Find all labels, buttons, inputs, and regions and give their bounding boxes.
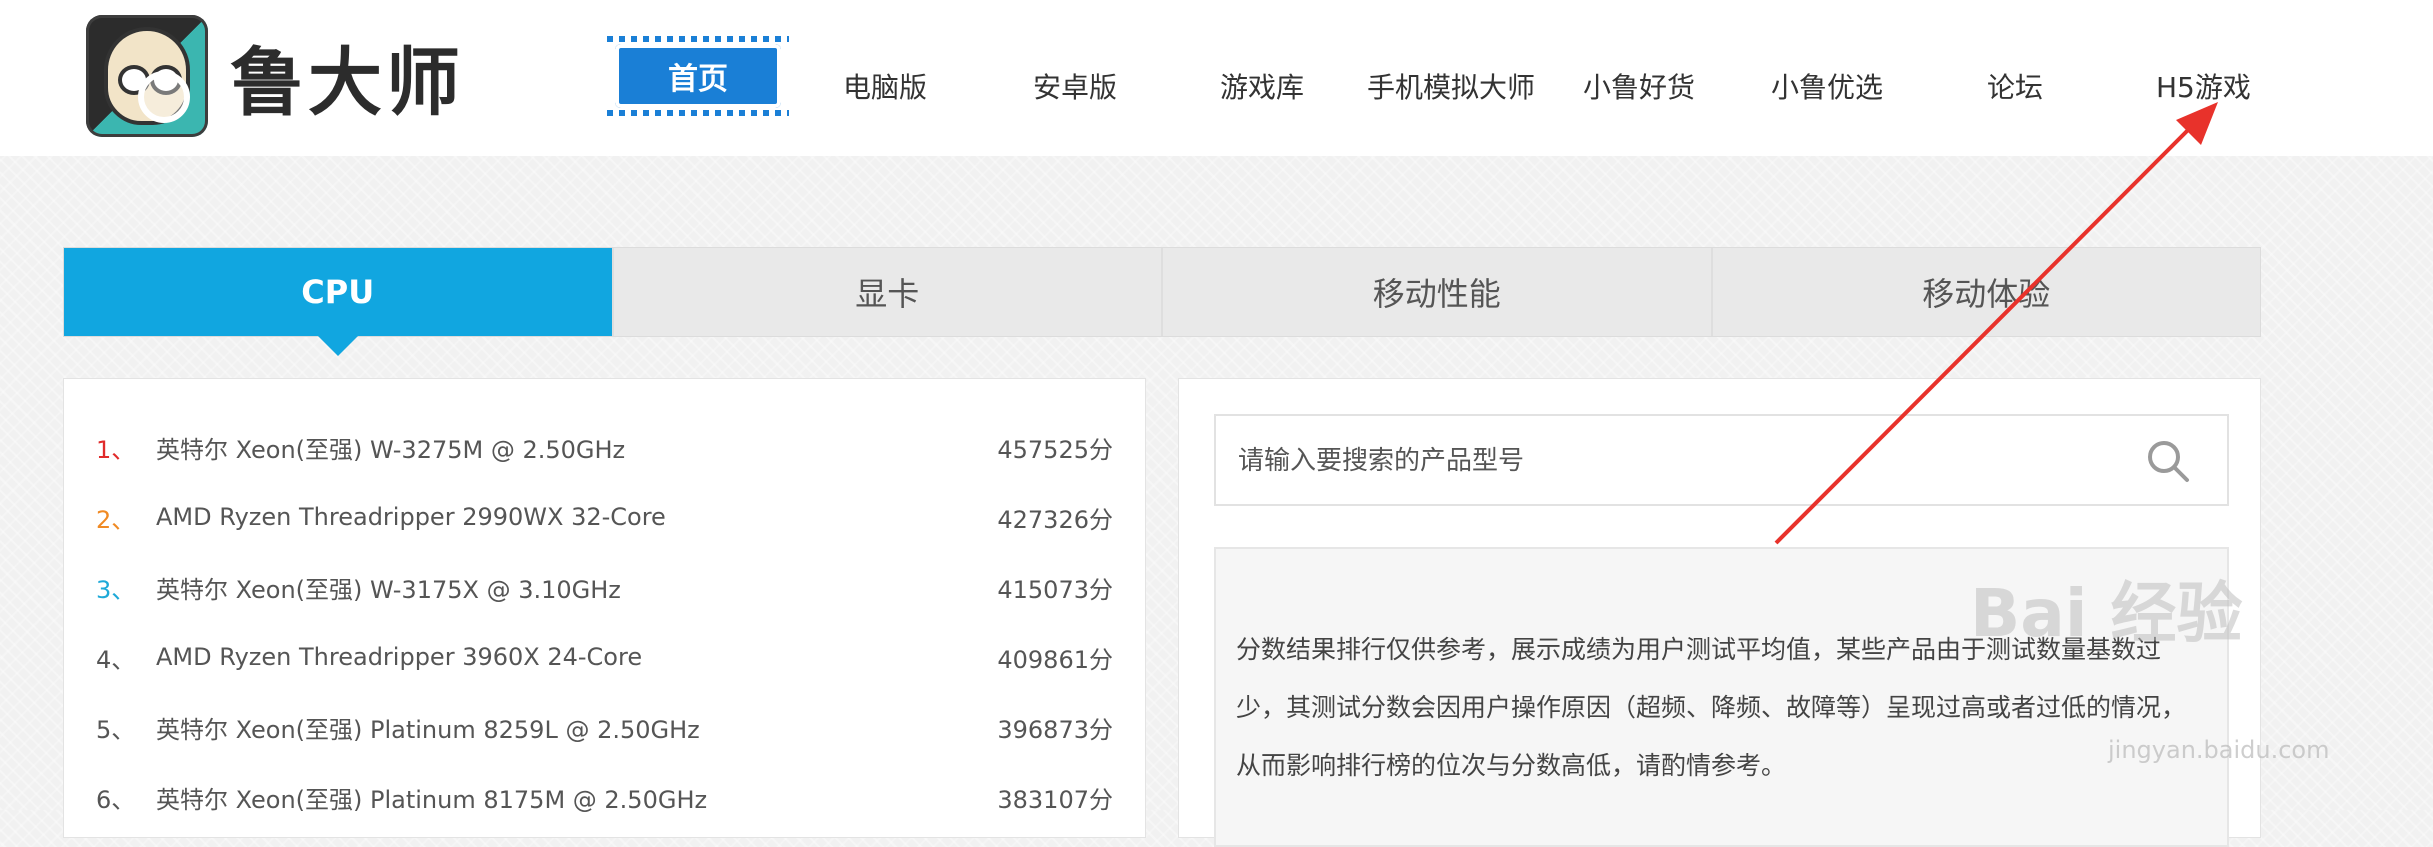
tab-cpu[interactable]: CPU — [64, 248, 612, 356]
rank-number: 2、 — [96, 505, 136, 534]
baidu-watermark: Bai 经验 — [1970, 575, 2243, 652]
nav-xiaolu-select[interactable]: 小鲁优选 — [1771, 66, 1883, 106]
tab-mobile-experience[interactable]: 移动体验 — [1710, 248, 2261, 336]
cpu-score: 415073分 — [997, 575, 1113, 604]
nav-android-version[interactable]: 安卓版 — [1033, 66, 1117, 106]
cpu-score: 457525分 — [997, 435, 1113, 464]
rank-number: 4、 — [96, 645, 136, 674]
cpu-ranking-list: 1、 英特尔 Xeon(至强) W-3275M @ 2.50GHz 457525… — [63, 378, 1146, 838]
nav-phone-emulator[interactable]: 手机模拟大师 — [1367, 66, 1535, 106]
ranking-row[interactable]: 4、 AMD Ryzen Threadripper 3960X 24-Core … — [96, 637, 1113, 677]
ranking-row[interactable]: 6、 英特尔 Xeon(至强) Platinum 8175M @ 2.50GHz… — [96, 777, 1113, 817]
cpu-name: 英特尔 Xeon(至强) W-3275M @ 2.50GHz — [156, 435, 626, 464]
cpu-name: 英特尔 Xeon(至强) Platinum 8259L @ 2.50GHz — [156, 715, 700, 744]
search-input[interactable] — [1236, 416, 2120, 506]
tab-gpu[interactable]: 显卡 — [611, 248, 1162, 336]
cpu-name: 英特尔 Xeon(至强) W-3175X @ 3.10GHz — [156, 575, 621, 604]
nav-forum[interactable]: 论坛 — [1987, 66, 2043, 106]
search-icon[interactable] — [2145, 438, 2191, 484]
site-logo[interactable]: 鲁大师 — [86, 14, 464, 138]
nav-game-library[interactable]: 游戏库 — [1220, 66, 1304, 106]
ranking-row[interactable]: 1、 英特尔 Xeon(至强) W-3275M @ 2.50GHz 457525… — [96, 427, 1113, 467]
ranking-row[interactable]: 3、 英特尔 Xeon(至强) W-3175X @ 3.10GHz 415073… — [96, 567, 1113, 607]
nav-home-button[interactable]: 首页 — [607, 36, 789, 116]
cpu-score: 396873分 — [997, 715, 1113, 744]
rank-number: 1、 — [96, 435, 136, 464]
tab-mobile-performance[interactable]: 移动性能 — [1161, 248, 1711, 336]
rank-number: 6、 — [96, 785, 136, 814]
cpu-score: 409861分 — [997, 645, 1113, 674]
magnifier-icon — [138, 71, 190, 123]
search-box — [1214, 414, 2229, 506]
logo-mascot-icon — [86, 15, 208, 137]
cpu-score: 427326分 — [997, 505, 1113, 534]
rank-number: 3、 — [96, 575, 136, 604]
ranking-row[interactable]: 5、 英特尔 Xeon(至强) Platinum 8259L @ 2.50GHz… — [96, 707, 1113, 747]
nav-pc-version[interactable]: 电脑版 — [843, 66, 927, 106]
category-tabs: CPU 显卡 移动性能 移动体验 — [63, 247, 2261, 356]
logo-text: 鲁大师 — [230, 39, 464, 126]
nav-xiaolu-goods[interactable]: 小鲁好货 — [1583, 66, 1695, 106]
nav-h5-games[interactable]: H5游戏 — [2156, 66, 2251, 106]
ranking-row[interactable]: 2、 AMD Ryzen Threadripper 2990WX 32-Core… — [96, 497, 1113, 537]
baidu-watermark-url: jingyan.baidu.com — [2108, 736, 2330, 764]
site-header: 鲁大师 首页 电脑版 安卓版 游戏库 手机模拟大师 小鲁好货 小鲁优选 论坛 H… — [0, 0, 2433, 156]
cpu-score: 383107分 — [997, 785, 1113, 814]
cpu-name: 英特尔 Xeon(至强) Platinum 8175M @ 2.50GHz — [156, 785, 708, 814]
rank-number: 5、 — [96, 715, 136, 744]
cpu-name: AMD Ryzen Threadripper 2990WX 32-Core — [156, 503, 666, 531]
cpu-name: AMD Ryzen Threadripper 3960X 24-Core — [156, 643, 643, 671]
